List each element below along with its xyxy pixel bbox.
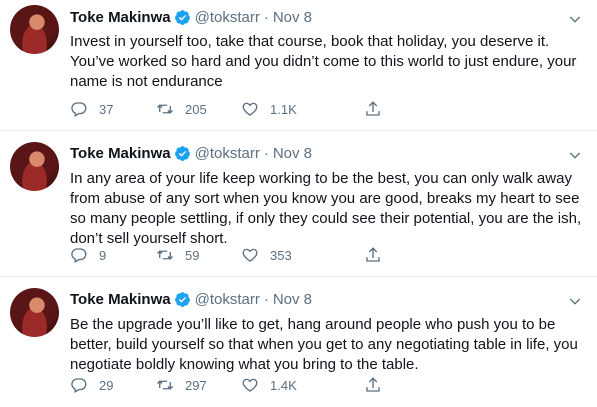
reply-button[interactable]: 37 [70,100,156,118]
verified-badge-icon [174,10,190,25]
caret-down-icon[interactable] [567,293,583,309]
tweet-actions: 9 59 353 [70,245,490,265]
separator-dot: · [263,145,269,162]
tweet-date[interactable]: Nov 8 [273,9,312,26]
tweet-date[interactable]: Nov 8 [273,291,312,308]
retweet-count: 297 [185,377,207,393]
author-name[interactable]: Toke Makinwa [70,145,171,162]
verified-badge-icon [174,292,190,307]
retweet-button[interactable]: 297 [156,376,241,394]
like-icon [242,378,258,392]
author-name[interactable]: Toke Makinwa [70,291,171,308]
share-icon [366,247,380,262]
retweet-icon [157,104,173,114]
like-button[interactable]: 1.4K [241,376,364,394]
author-handle[interactable]: @tokstarr [195,9,260,26]
reply-count: 9 [99,247,107,263]
tweet-header: Toke Makinwa @tokstarr · Nov 8 [70,145,312,162]
retweet-icon [157,380,173,390]
share-button[interactable] [364,246,382,264]
retweet-button[interactable]: 205 [156,100,241,118]
reply-icon [71,102,87,117]
tweet-text: Be the upgrade you’ll like to get, hang … [70,316,578,373]
share-icon [366,101,380,116]
retweet-count: 205 [185,101,207,117]
retweet-count: 59 [185,247,200,263]
separator-dot: · [263,9,269,26]
caret-down-icon[interactable] [567,11,583,27]
caret-down-icon[interactable] [567,147,583,163]
reply-icon [71,378,87,393]
tweet-header: Toke Makinwa @tokstarr · Nov 8 [70,291,312,308]
author-handle[interactable]: @tokstarr [195,145,260,162]
reply-icon [71,248,87,263]
tweet-feed: Toke Makinwa @tokstarr · Nov 8 Invest in… [0,0,597,407]
reply-button[interactable]: 29 [70,376,156,394]
separator-dot: · [263,291,269,308]
avatar[interactable] [10,288,59,337]
like-count: 353 [270,247,292,263]
share-button[interactable] [364,100,382,118]
tweet[interactable]: Toke Makinwa @tokstarr · Nov 8 Invest in… [0,0,597,131]
tweet-date[interactable]: Nov 8 [273,145,312,162]
like-button[interactable]: 353 [241,246,364,264]
tweet-header: Toke Makinwa @tokstarr · Nov 8 [70,9,312,26]
reply-count: 29 [99,377,114,393]
like-count: 1.4K [270,377,297,393]
tweet-text: In any area of your life keep working to… [70,170,582,247]
verified-badge-icon [174,146,190,161]
share-icon [366,377,380,392]
tweet[interactable]: Toke Makinwa @tokstarr · Nov 8 In any ar… [0,131,597,277]
reply-button[interactable]: 9 [70,246,156,264]
retweet-button[interactable]: 59 [156,246,241,264]
tweet-actions: 29 297 1.4K [70,375,490,395]
share-button[interactable] [364,376,382,394]
retweet-icon [157,250,173,260]
tweet-text: Invest in yourself too, take that course… [70,33,577,90]
like-icon [242,248,258,262]
tweet[interactable]: Toke Makinwa @tokstarr · Nov 8 Be the up… [0,277,597,407]
author-name[interactable]: Toke Makinwa [70,9,171,26]
like-button[interactable]: 1.1K [241,100,364,118]
reply-count: 37 [99,101,114,117]
like-count: 1.1K [270,101,297,117]
like-icon [242,102,258,116]
avatar[interactable] [10,142,59,191]
author-handle[interactable]: @tokstarr [195,291,260,308]
tweet-actions: 37 205 1.1K [70,99,490,119]
avatar[interactable] [10,5,59,54]
